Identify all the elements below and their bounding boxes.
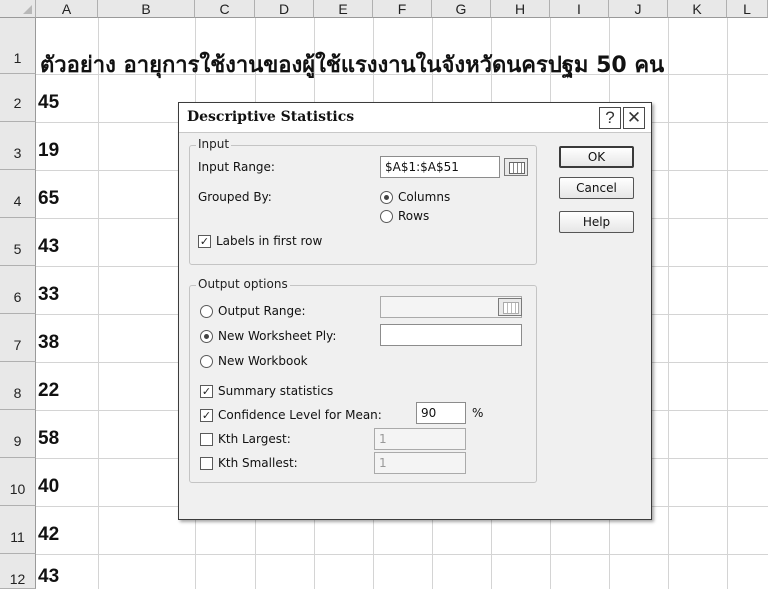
output-options-legend: Output options (196, 277, 290, 291)
cell-a5[interactable]: 43 (38, 236, 59, 258)
ok-button[interactable]: OK (559, 146, 634, 168)
rows-radio[interactable] (380, 210, 393, 223)
cell-a6[interactable]: 33 (38, 284, 59, 306)
column-header-e[interactable]: E (314, 0, 373, 18)
input-group-legend: Input (196, 137, 232, 151)
grouped-by-label: Grouped By: (198, 190, 272, 204)
cell-a4[interactable]: 65 (38, 188, 59, 210)
row-header-9[interactable]: 9 (0, 410, 36, 458)
column-header-b[interactable]: B (98, 0, 195, 18)
help-button[interactable]: Help (559, 211, 634, 233)
output-options-group: Output options Output Range: New Workshe… (189, 277, 537, 483)
row-header-10[interactable]: 10 (0, 458, 36, 506)
rows-radio-label[interactable]: Rows (398, 209, 429, 223)
kth-largest-field[interactable]: 1 (374, 428, 466, 450)
confidence-level-checkbox[interactable]: ✓ (200, 409, 213, 422)
column-header-a[interactable]: A (36, 0, 98, 18)
row-header-8[interactable]: 8 (0, 362, 36, 410)
help-question-icon[interactable]: ? (599, 107, 621, 129)
column-header-l[interactable]: L (727, 0, 768, 18)
column-header-k[interactable]: K (668, 0, 727, 18)
row-header-6[interactable]: 6 (0, 266, 36, 314)
cell-a11[interactable]: 42 (38, 524, 59, 546)
descriptive-statistics-dialog: Descriptive Statistics ? ✕ Input Input R… (178, 102, 652, 520)
cell-a12[interactable]: 43 (38, 566, 59, 588)
row-header-3[interactable]: 3 (0, 122, 36, 170)
new-workbook-label[interactable]: New Workbook (218, 354, 308, 368)
row-header-11[interactable]: 11 (0, 506, 36, 554)
cell-a8[interactable]: 22 (38, 380, 59, 402)
gridline (727, 18, 728, 589)
close-icon[interactable]: ✕ (623, 107, 645, 129)
output-range-radio[interactable] (200, 305, 213, 318)
gridline (98, 18, 99, 589)
new-worksheet-field[interactable] (380, 324, 522, 346)
output-range-collapse-icon[interactable] (498, 298, 522, 316)
gridline (36, 554, 768, 555)
input-group: Input Input Range: $A$1:$A$51 Grouped By… (189, 137, 537, 265)
cancel-button[interactable]: Cancel (559, 177, 634, 199)
column-header-i[interactable]: I (550, 0, 609, 18)
kth-largest-label[interactable]: Kth Largest: (218, 432, 291, 446)
row-header-5[interactable]: 5 (0, 218, 36, 266)
cell-a3[interactable]: 19 (38, 140, 59, 162)
confidence-level-field[interactable]: 90 (416, 402, 466, 424)
summary-statistics-checkbox[interactable]: ✓ (200, 385, 213, 398)
columns-radio[interactable] (380, 191, 393, 204)
column-header-c[interactable]: C (195, 0, 255, 18)
confidence-level-label[interactable]: Confidence Level for Mean: (218, 408, 382, 422)
row-header-12[interactable]: 12 (0, 554, 36, 589)
labels-first-row-label[interactable]: Labels in first row (216, 234, 322, 248)
input-range-label: Input Range: (198, 160, 275, 174)
row-header-7[interactable]: 7 (0, 314, 36, 362)
kth-smallest-checkbox[interactable] (200, 457, 213, 470)
dialog-title: Descriptive Statistics (187, 109, 355, 125)
row-header-1[interactable]: 1 (0, 18, 36, 74)
dialog-titlebar[interactable]: Descriptive Statistics ? ✕ (179, 103, 651, 133)
output-range-label[interactable]: Output Range: (218, 304, 306, 318)
new-worksheet-label[interactable]: New Worksheet Ply: (218, 329, 336, 343)
column-header-f[interactable]: F (373, 0, 432, 18)
new-workbook-radio[interactable] (200, 355, 213, 368)
new-worksheet-radio[interactable] (200, 330, 213, 343)
row-header-4[interactable]: 4 (0, 170, 36, 218)
column-header-d[interactable]: D (255, 0, 314, 18)
columns-radio-label[interactable]: Columns (398, 190, 450, 204)
cell-a1-title[interactable]: ตัวอย่าง อายุการใช้งานของผู้ใช้แรงงานในจ… (40, 47, 768, 82)
column-header-j[interactable]: J (609, 0, 668, 18)
kth-largest-checkbox[interactable] (200, 433, 213, 446)
select-all-corner[interactable] (0, 0, 36, 18)
kth-smallest-label[interactable]: Kth Smallest: (218, 456, 298, 470)
summary-statistics-label[interactable]: Summary statistics (218, 384, 333, 398)
cell-a2[interactable]: 45 (38, 92, 59, 114)
kth-smallest-field[interactable]: 1 (374, 452, 466, 474)
input-range-field[interactable]: $A$1:$A$51 (380, 156, 500, 178)
row-header-2[interactable]: 2 (0, 74, 36, 122)
labels-first-row-checkbox[interactable]: ✓ (198, 235, 211, 248)
column-header-h[interactable]: H (491, 0, 550, 18)
gridline (668, 18, 669, 589)
input-range-collapse-icon[interactable] (504, 158, 528, 176)
confidence-percent-label: % (472, 406, 484, 420)
column-header-g[interactable]: G (432, 0, 491, 18)
cell-a10[interactable]: 40 (38, 476, 59, 498)
cell-a9[interactable]: 58 (38, 428, 59, 450)
cell-a7[interactable]: 38 (38, 332, 59, 354)
